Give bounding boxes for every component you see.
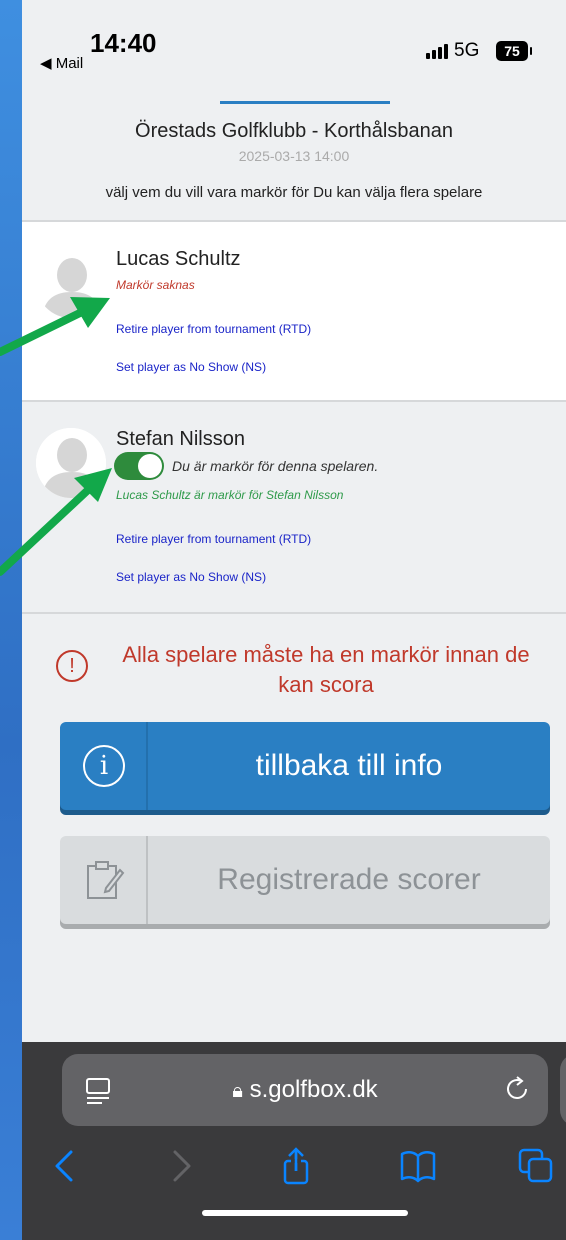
registered-scores-button[interactable]: Registrerade scorer (60, 836, 550, 924)
player-card: Stefan Nilsson Du är markör för denna sp… (22, 400, 566, 614)
avatar-silhouette-icon (36, 428, 106, 498)
warning-icon: ! (56, 650, 88, 682)
lock-icon: 🔒︎ (232, 1080, 243, 1102)
round-header: Örestads Golfklubb - Korthålsbanan 2025-… (22, 104, 566, 220)
tabs-icon[interactable] (516, 1146, 556, 1186)
network-type: 5G (454, 40, 480, 61)
status-time: 14:40 (90, 28, 157, 58)
toggle-label: Du är markör för denna spelaren. (172, 458, 379, 474)
url-text: 🔒︎ s.golfbox.dk (62, 1054, 548, 1126)
next-tab-peek[interactable] (560, 1054, 566, 1126)
url-domain: s.golfbox.dk (249, 1076, 378, 1103)
marker-status: Lucas Schultz är markör för Stefan Nilss… (116, 488, 344, 502)
no-show-link[interactable]: Set player as No Show (NS) (116, 360, 266, 374)
toggle-knob (138, 454, 162, 478)
retire-player-link[interactable]: Retire player from tournament (RTD) (116, 322, 311, 336)
registered-scores-label: Registrerade scorer (217, 863, 481, 896)
avatar-silhouette-icon (36, 248, 106, 318)
retire-player-link[interactable]: Retire player from tournament (RTD) (116, 532, 311, 546)
marker-instruction: välj vem du vill vara markör för Du kan … (105, 184, 483, 201)
no-show-link[interactable]: Set player as No Show (NS) (116, 570, 266, 584)
forward-arrow-icon[interactable] (162, 1146, 202, 1186)
back-to-info-button[interactable]: i tillbaka till info (60, 722, 550, 810)
signal-icon (426, 44, 448, 59)
battery-level: 75 (504, 43, 520, 59)
back-to-mail-link[interactable]: ◀ Mail (40, 54, 83, 72)
back-arrow-icon[interactable] (44, 1146, 84, 1186)
reload-icon[interactable] (502, 1074, 532, 1104)
status-bar: 14:40 ◀ Mail 5G 75 (22, 0, 566, 96)
phone-screen: 14:40 ◀ Mail 5G 75 Örestads Golfklubb - … (22, 0, 566, 1240)
warning-text: Alla spelare måste ha en markör innan de… (122, 642, 530, 697)
player-name: Lucas Schultz (116, 248, 241, 270)
player-card: Lucas Schultz Markör saknas Retire playe… (22, 220, 566, 400)
home-indicator (202, 1210, 408, 1216)
course-title: Örestads Golfklubb - Korthålsbanan (135, 120, 453, 142)
bookmarks-icon[interactable] (398, 1146, 438, 1186)
clipboard-edit-icon (82, 858, 126, 902)
round-datetime: 2025-03-13 14:00 (238, 148, 350, 164)
player-name: Stefan Nilsson (116, 428, 245, 450)
info-icon: i (82, 744, 126, 788)
background-wallpaper (0, 0, 22, 1240)
marker-status: Markör saknas (116, 278, 195, 292)
avatar (36, 248, 106, 318)
back-to-info-label: tillbaka till info (255, 749, 443, 782)
battery-icon: 75 (496, 41, 532, 61)
avatar (36, 428, 106, 498)
marker-toggle[interactable] (114, 452, 164, 480)
address-bar[interactable]: 🔒︎ s.golfbox.dk (62, 1054, 548, 1126)
share-icon[interactable] (276, 1146, 316, 1186)
